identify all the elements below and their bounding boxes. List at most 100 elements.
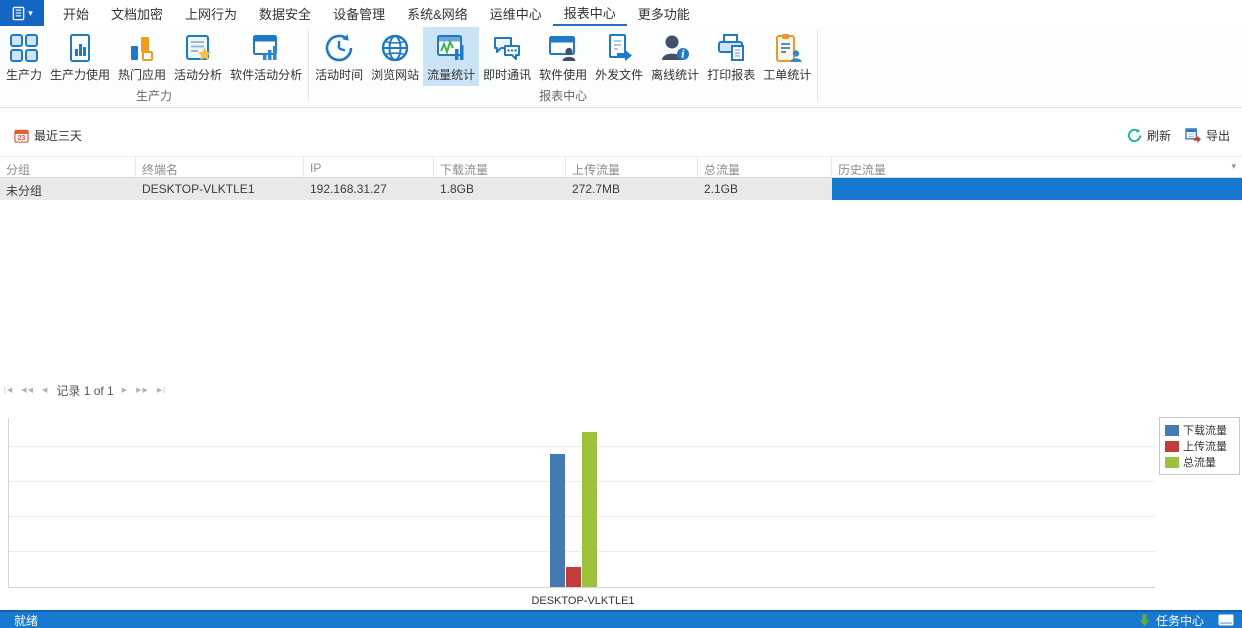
tab-system-network[interactable]: 系统&网络 <box>396 0 479 26</box>
tab-internet-behavior[interactable]: 上网行为 <box>174 0 248 26</box>
app-menu-caret-icon: ▾ <box>28 9 33 18</box>
document-star-icon <box>183 31 213 64</box>
status-bar: 就绪 任务中心 <box>0 610 1242 628</box>
tab-more-features[interactable]: 更多功能 <box>627 0 701 26</box>
refresh-button[interactable]: 刷新 <box>1127 127 1171 144</box>
export-icon <box>1185 128 1201 143</box>
ribbon-item-activity-time[interactable]: 活动时间 <box>311 27 367 86</box>
bar-upload[interactable] <box>566 567 581 587</box>
cell-download: 1.8GB <box>434 178 566 200</box>
traffic-bar-chart: DESKTOP-VLKTLE1 下载流量 上传流量 总流量 <box>0 405 1242 615</box>
app-menu-icon <box>11 6 26 21</box>
ribbon-separator <box>817 30 818 101</box>
legend-swatch-total <box>1165 457 1179 468</box>
status-ready-label: 就绪 <box>14 612 38 628</box>
ribbon-item-print-reports[interactable]: 打印报表 <box>703 27 759 86</box>
traffic-table: 分组 终端名 IP 下载流量 上传流量 总流量 历史流量 ▾ 未分组 DESKT… <box>0 156 1242 200</box>
calendar-icon: 23 <box>14 128 29 143</box>
legend-item-download: 下载流量 <box>1165 422 1234 438</box>
window-user-icon <box>548 31 578 64</box>
cell-upload: 272.7MB <box>566 178 698 200</box>
ribbon-tab-bar: ▾ 开始 文档加密 上网行为 数据安全 设备管理 系统&网络 运维中心 报表中心… <box>0 0 1242 26</box>
column-header-upload[interactable]: 上传流量 <box>566 157 698 177</box>
column-header-total[interactable]: 总流量 <box>698 157 832 177</box>
pager-first-icon[interactable]: |◀ <box>4 386 13 394</box>
column-header-terminal[interactable]: 终端名 <box>136 157 304 177</box>
ribbon-item-outgoing-files[interactable]: 外发文件 <box>591 27 647 86</box>
bar-chart-icon <box>127 31 157 64</box>
traffic-chart-icon <box>436 31 466 64</box>
column-header-ip[interactable]: IP <box>304 157 434 177</box>
cell-terminal: DESKTOP-VLKTLE1 <box>136 178 304 200</box>
x-axis-label: DESKTOP-VLKTLE1 <box>499 595 667 607</box>
bar-total[interactable] <box>582 432 597 587</box>
tab-device-management[interactable]: 设备管理 <box>322 0 396 26</box>
legend-swatch-upload <box>1165 441 1179 452</box>
pager-fast-next-icon[interactable]: ▶▶ <box>136 386 149 394</box>
ribbon-item-productivity[interactable]: 生产力 <box>2 27 46 86</box>
tab-ops-center[interactable]: 运维中心 <box>479 0 553 26</box>
ribbon-item-browse-websites[interactable]: 浏览网站 <box>367 27 423 86</box>
column-header-download[interactable]: 下载流量 <box>434 157 566 177</box>
app-menu-button[interactable]: ▾ <box>0 0 44 26</box>
message-window-icon[interactable] <box>1218 614 1234 626</box>
view-toolbar: 23 最近三天 刷新 导出 <box>14 120 1230 150</box>
ribbon-item-software-activity-analysis[interactable]: 软件活动分析 <box>226 27 306 86</box>
chart-legend: 下载流量 上传流量 总流量 <box>1159 417 1240 475</box>
date-range-button[interactable]: 23 最近三天 <box>14 127 82 144</box>
ribbon-separator <box>308 30 309 101</box>
ribbon-item-traffic-statistics[interactable]: 流量统计 <box>423 27 479 86</box>
column-header-group[interactable]: 分组 <box>0 157 136 177</box>
pager-next-icon[interactable]: ▶ <box>122 386 128 394</box>
printer-icon <box>716 31 746 64</box>
ribbon: 生产力 生产力使用 热门应用 活动分析 <box>0 26 1242 108</box>
export-button[interactable]: 导出 <box>1185 127 1230 144</box>
user-info-icon: i <box>660 31 690 64</box>
window-chart-icon <box>251 31 281 64</box>
pager-prev-icon[interactable]: ◀ <box>42 386 48 394</box>
tab-report-center[interactable]: 报表中心 <box>553 0 627 26</box>
cell-history-bar <box>832 178 1242 200</box>
table-header-row: 分组 终端名 IP 下载流量 上传流量 总流量 历史流量 ▾ <box>0 156 1242 178</box>
globe-icon <box>380 31 410 64</box>
ribbon-item-activity-analysis[interactable]: 活动分析 <box>170 27 226 86</box>
grid-tiles-icon <box>9 31 39 64</box>
ribbon-group-report-center: 活动时间 浏览网站 流量统计 即时通讯 <box>311 26 815 107</box>
table-row[interactable]: 未分组 DESKTOP-VLKTLE1 192.168.31.27 1.8GB … <box>0 178 1242 200</box>
tab-doc-encryption[interactable]: 文档加密 <box>100 0 174 26</box>
green-down-arrow-icon <box>1139 614 1150 626</box>
cell-ip: 192.168.31.27 <box>304 178 434 200</box>
legend-item-upload: 上传流量 <box>1165 438 1234 454</box>
refresh-icon <box>1127 128 1142 143</box>
svg-text:i: i <box>681 49 685 60</box>
group-label-report-center: 报表中心 <box>311 86 815 109</box>
pager-last-icon[interactable]: ▶| <box>157 386 166 394</box>
ribbon-item-productivity-usage[interactable]: 生产力使用 <box>46 27 114 86</box>
ribbon-item-offline-statistics[interactable]: i 离线统计 <box>647 27 703 86</box>
record-pager: |◀ ◀◀ ◀ 记录 1 of 1 ▶ ▶▶ ▶| <box>4 381 166 399</box>
tab-start[interactable]: 开始 <box>52 0 100 26</box>
task-center-button[interactable]: 任务中心 <box>1139 612 1234 628</box>
pager-fast-prev-icon[interactable]: ◀◀ <box>21 386 34 394</box>
ribbon-item-instant-messaging[interactable]: 即时通讯 <box>479 27 535 86</box>
ribbon-item-work-order-statistics[interactable]: 工单统计 <box>759 27 815 86</box>
bar-download[interactable] <box>550 454 565 587</box>
column-options-icon[interactable]: ▾ <box>1231 161 1236 172</box>
svg-text:23: 23 <box>18 135 26 142</box>
group-label-productivity: 生产力 <box>2 86 306 109</box>
file-export-icon <box>604 31 634 64</box>
column-header-history[interactable]: 历史流量 ▾ <box>832 157 1242 177</box>
history-clock-icon <box>324 31 354 64</box>
cell-group: 未分组 <box>0 178 136 200</box>
legend-swatch-download <box>1165 425 1179 436</box>
chat-bubbles-icon <box>492 31 522 64</box>
ribbon-group-productivity: 生产力 生产力使用 热门应用 活动分析 <box>2 26 306 107</box>
clipboard-user-icon <box>772 31 802 64</box>
ribbon-item-popular-apps[interactable]: 热门应用 <box>114 27 170 86</box>
legend-item-total: 总流量 <box>1165 454 1234 470</box>
pager-record-label: 记录 1 of 1 <box>56 382 113 399</box>
tab-data-security[interactable]: 数据安全 <box>248 0 322 26</box>
document-bars-icon <box>65 31 95 64</box>
ribbon-item-software-usage[interactable]: 软件使用 <box>535 27 591 86</box>
cell-total: 2.1GB <box>698 178 832 200</box>
